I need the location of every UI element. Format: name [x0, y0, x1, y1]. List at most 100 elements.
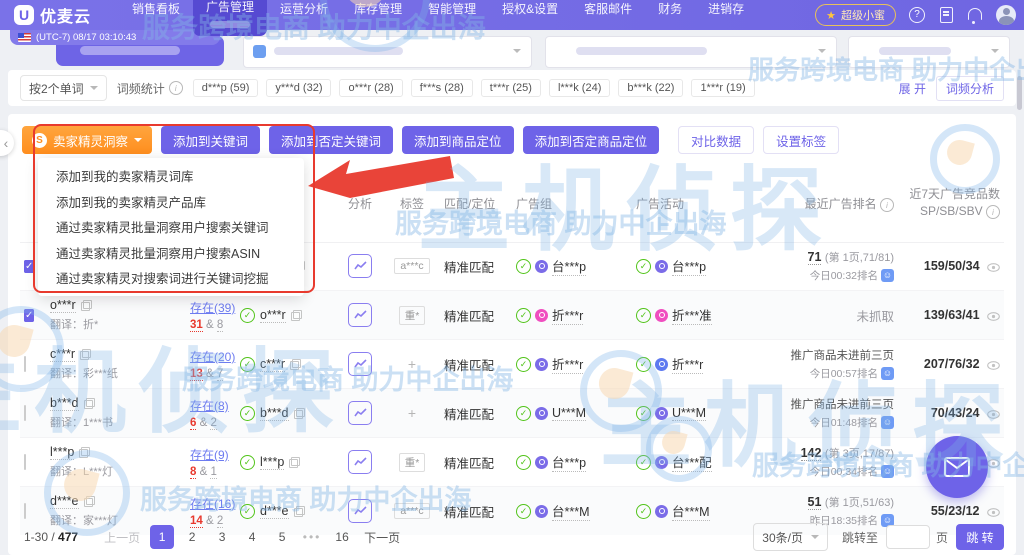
- analysis-chart-button[interactable]: [348, 450, 372, 474]
- exists-count-gray[interactable]: 2: [210, 417, 216, 430]
- rank-value[interactable]: 推广商品未进前三页: [791, 399, 895, 411]
- expand-button[interactable]: 展 开: [899, 80, 926, 97]
- analysis-chart-button[interactable]: [348, 352, 372, 376]
- page-size-select[interactable]: 30条/页: [753, 523, 828, 551]
- copy-icon[interactable]: [84, 398, 95, 409]
- menu-item[interactable]: 客服邮件: [571, 0, 645, 24]
- exists-count-red[interactable]: 13: [190, 368, 203, 381]
- menu-item[interactable]: 运营分析: [267, 0, 341, 24]
- targeting-keyword[interactable]: b***d: [260, 406, 289, 421]
- exists-count-red[interactable]: 8: [190, 466, 196, 479]
- ad-group-name[interactable]: 台***M: [552, 501, 590, 521]
- eye-icon[interactable]: [987, 312, 1000, 321]
- campaign-name[interactable]: 台***配: [672, 452, 712, 472]
- jump-page-input[interactable]: [886, 525, 930, 549]
- filter-select-2[interactable]: [545, 36, 837, 68]
- ad-group-name[interactable]: 折***r: [552, 354, 583, 374]
- add-negative-product-target-button[interactable]: 添加到否定商品定位: [523, 126, 660, 154]
- copy-icon[interactable]: [294, 408, 305, 419]
- copy-icon[interactable]: [291, 310, 302, 321]
- eye-icon[interactable]: [987, 263, 1000, 272]
- row-checkbox[interactable]: [24, 309, 34, 322]
- page-number[interactable]: 2: [180, 525, 204, 549]
- add-keyword-button[interactable]: 添加到关键词: [161, 126, 260, 154]
- row-checkbox[interactable]: [24, 405, 26, 421]
- copy-icon[interactable]: [81, 300, 92, 311]
- dropdown-menu-item[interactable]: 通过卖家精灵批量洞察用户搜索关键词: [38, 214, 304, 240]
- targeting-keyword[interactable]: c***r: [260, 357, 285, 372]
- targeting-keyword[interactable]: d***e: [260, 504, 289, 519]
- menu-item[interactable]: 销售看板: [119, 0, 193, 24]
- page-number[interactable]: 16: [330, 525, 354, 549]
- chat-fab-button[interactable]: [926, 436, 988, 498]
- eye-icon[interactable]: [987, 459, 1000, 468]
- search-term-text[interactable]: o***r: [50, 298, 76, 313]
- filter-select-3[interactable]: [848, 36, 1010, 68]
- dropdown-menu-item[interactable]: 通过卖家精灵批量洞察用户搜索ASIN: [38, 240, 304, 266]
- menu-item[interactable]: 库存管理: [341, 0, 415, 24]
- add-negative-keyword-button[interactable]: 添加到否定关键词: [269, 126, 393, 154]
- campaign-name[interactable]: 折***r: [672, 354, 703, 374]
- help-icon[interactable]: ?: [909, 7, 925, 23]
- menu-item[interactable]: 进销存: [695, 0, 757, 24]
- campaign-name[interactable]: 台***p: [672, 256, 706, 276]
- copy-icon[interactable]: [294, 506, 305, 517]
- user-avatar[interactable]: [996, 5, 1016, 25]
- freq-analysis-button[interactable]: 词频分析: [936, 76, 1004, 101]
- copy-icon[interactable]: [84, 496, 95, 507]
- add-product-target-button[interactable]: 添加到商品定位: [402, 126, 514, 154]
- tag-chip[interactable]: a***c: [394, 503, 429, 519]
- bell-icon[interactable]: [967, 7, 983, 23]
- prev-page-button[interactable]: 上一页: [104, 529, 140, 546]
- menu-item[interactable]: 授权&设置: [489, 0, 571, 24]
- freq-chip[interactable]: f***s (28): [411, 79, 473, 97]
- exists-count-gray[interactable]: 7: [217, 368, 223, 381]
- eye-icon[interactable]: [987, 410, 1000, 419]
- search-term-text[interactable]: d***e: [50, 494, 79, 509]
- set-tag-button[interactable]: 设置标签: [763, 126, 839, 154]
- menu-item[interactable]: 智能管理: [415, 0, 489, 24]
- ad-group-name[interactable]: U***M: [552, 406, 586, 421]
- copy-icon[interactable]: [80, 349, 91, 360]
- compare-data-button[interactable]: 对比数据: [678, 126, 754, 154]
- targeting-keyword[interactable]: o***r: [260, 308, 286, 323]
- campaign-name[interactable]: U***M: [672, 406, 706, 421]
- freq-chip[interactable]: d***p (59): [193, 79, 259, 97]
- menu-item[interactable]: 财务: [645, 0, 695, 24]
- exists-link[interactable]: 存在(39): [190, 301, 235, 315]
- search-term-text[interactable]: l***p: [50, 445, 74, 460]
- page-number[interactable]: 5: [270, 525, 294, 549]
- row-checkbox[interactable]: [24, 454, 26, 470]
- analysis-chart-button[interactable]: [348, 254, 372, 278]
- freq-chip[interactable]: o***r (28): [339, 79, 402, 97]
- dropdown-menu-item[interactable]: 添加到我的卖家精灵产品库: [38, 189, 304, 215]
- exists-link[interactable]: 存在(8): [190, 399, 229, 413]
- tag-chip[interactable]: +: [408, 356, 416, 372]
- freq-chip[interactable]: b***k (22): [618, 79, 683, 97]
- smile-icon[interactable]: ☺: [881, 416, 894, 429]
- campaign-name[interactable]: 折***准: [672, 305, 712, 325]
- exists-link[interactable]: 存在(20): [190, 350, 235, 364]
- dropdown-menu-item[interactable]: 通过卖家精灵对搜索词进行关键词挖掘: [38, 265, 304, 291]
- next-page-button[interactable]: 下一页: [364, 529, 400, 546]
- exists-link[interactable]: 存在(9): [190, 448, 229, 462]
- row-checkbox[interactable]: [24, 503, 26, 519]
- row-checkbox[interactable]: [24, 260, 34, 273]
- row-checkbox[interactable]: [24, 356, 26, 372]
- tag-chip[interactable]: a***c: [394, 258, 429, 274]
- ad-group-name[interactable]: 台***p: [552, 452, 586, 472]
- copy-icon[interactable]: [79, 447, 90, 458]
- ad-group-name[interactable]: 台***p: [552, 256, 586, 276]
- smile-icon[interactable]: ☺: [881, 367, 894, 380]
- eye-icon[interactable]: [987, 361, 1000, 370]
- smile-icon[interactable]: ☺: [881, 269, 894, 282]
- copy-icon[interactable]: [290, 359, 301, 370]
- freq-chip[interactable]: 1***r (19): [691, 79, 754, 97]
- tag-chip[interactable]: 重*: [399, 306, 426, 325]
- filter-select-1[interactable]: [243, 36, 532, 68]
- freq-chip[interactable]: l***k (24): [549, 79, 610, 97]
- seller-sprite-button[interactable]: S 卖家精灵洞察: [22, 126, 152, 154]
- document-icon[interactable]: [938, 7, 954, 23]
- exists-count-gray[interactable]: 8: [217, 319, 223, 332]
- analysis-chart-button[interactable]: [348, 303, 372, 327]
